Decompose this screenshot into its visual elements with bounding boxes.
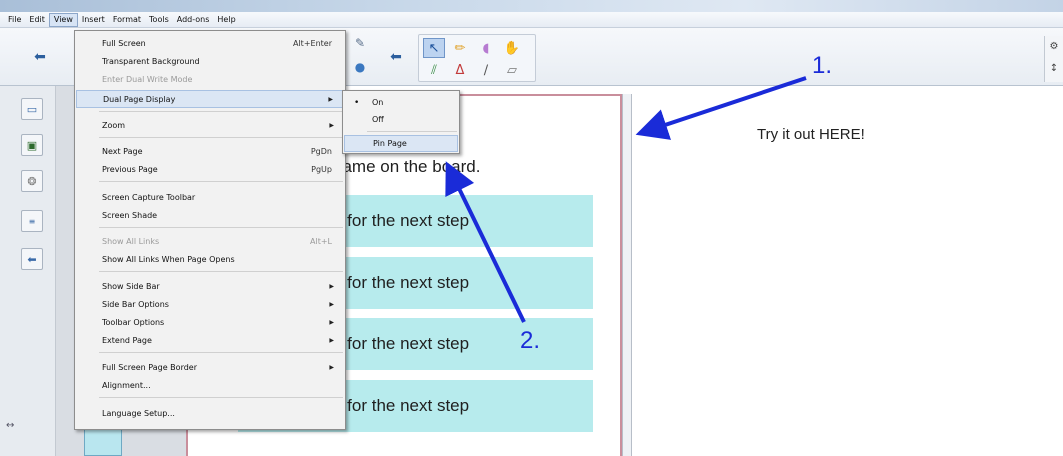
submenu-item-pin-page[interactable]: Pin Page (344, 135, 458, 152)
resize-vertical-icon[interactable]: ↕ (1045, 58, 1063, 80)
menu-separator (99, 397, 343, 398)
shapes-icon[interactable]: Δ (449, 60, 471, 80)
menu-item-side-bar-options[interactable]: Side Bar Options ▶ (76, 295, 344, 313)
creative-pen-icon[interactable]: ⫽ (423, 60, 445, 80)
menu-separator (99, 352, 343, 353)
right-page[interactable] (632, 94, 1063, 456)
menu-file[interactable]: File (4, 13, 25, 27)
menu-item-transparent-background[interactable]: Transparent Background (76, 52, 344, 70)
menu-item-extend-page[interactable]: Extend Page ▶ (76, 331, 344, 349)
submenu-arrow-icon: ▶ (328, 95, 333, 103)
side-bar: ▭ ▣ ❂ ≡ ⬅ ↔ (0, 86, 56, 456)
submenu-arrow-icon: ▶ (329, 121, 334, 129)
submenu-arrow-icon: ▶ (329, 336, 334, 344)
menu-item-next-page[interactable]: Next Page PgDn (76, 142, 344, 160)
menu-item-show-side-bar[interactable]: Show Side Bar ▶ (76, 277, 344, 295)
menu-item-previous-page[interactable]: Previous Page PgUp (76, 160, 344, 178)
menu-separator (99, 227, 343, 228)
menu-format[interactable]: Format (109, 13, 145, 27)
submenu-arrow-icon: ▶ (329, 300, 334, 308)
menu-edit[interactable]: Edit (25, 13, 49, 27)
right-toolbar: ⚙ ↕ (1044, 36, 1063, 82)
menu-separator (367, 131, 457, 132)
submenu-item-off[interactable]: Off (344, 111, 458, 128)
annotation-label-two: 2. (520, 327, 541, 354)
menu-item-language-setup[interactable]: Language Setup... (76, 404, 344, 422)
window-title-bar (0, 0, 1063, 12)
menu-item-show-all-links: Show All Links Alt+L (102, 236, 332, 246)
menu-item-dual-page-display[interactable]: Dual Page Display ▶ (76, 90, 344, 108)
try-it-text: Try it out HERE! (757, 126, 865, 143)
dual-page-submenu: • On Off Pin Page (342, 90, 460, 154)
menu-insert[interactable]: Insert (78, 13, 109, 27)
annotation-label-one: 1. (812, 52, 833, 79)
gallery-icon[interactable]: ▣ (21, 134, 43, 156)
back-arrow-icon[interactable]: ⬅ (28, 46, 52, 68)
magic-pen-icon[interactable]: ✋ (501, 38, 523, 58)
menu-help[interactable]: Help (213, 13, 239, 27)
menu-tools[interactable]: Tools (145, 13, 173, 27)
submenu-arrow-icon: ▶ (329, 282, 334, 290)
menu-item-full-screen[interactable]: Full Screen Alt+Enter (76, 34, 344, 52)
instruction-text: name on the board. (333, 157, 481, 176)
page-sorter-icon[interactable]: ▭ (21, 98, 43, 120)
menu-item-enter-dual-write-mode: Enter Dual Write Mode (102, 74, 193, 84)
forward-arrow-icon[interactable]: ⬅ (384, 46, 408, 68)
menu-addons[interactable]: Add-ons (173, 13, 214, 27)
view-menu-dropdown: Full Screen Alt+Enter Transparent Backgro… (74, 30, 346, 430)
properties-icon[interactable]: ≡ (21, 210, 43, 232)
highlighter-icon[interactable]: ◖ (475, 38, 497, 58)
submenu-arrow-icon: ▶ (329, 318, 334, 326)
eraser-icon[interactable]: ▱ (501, 60, 523, 80)
page-divider[interactable] (622, 94, 632, 456)
addons-icon[interactable]: ⬅ (21, 248, 43, 270)
menu-separator (99, 271, 343, 272)
menu-item-alignment[interactable]: Alignment... (76, 376, 344, 394)
menu-item-screen-capture-toolbar[interactable]: Screen Capture Toolbar (76, 188, 344, 206)
globe-icon[interactable]: ● (348, 56, 372, 78)
attachments-icon[interactable]: ❂ (21, 170, 43, 192)
menu-item-toolbar-options[interactable]: Toolbar Options ▶ (76, 313, 344, 331)
sidebar-collapse-icon[interactable]: ↔ (6, 420, 14, 431)
menu-view[interactable]: View (48, 12, 78, 27)
menu-separator (99, 137, 343, 138)
gear-icon[interactable]: ⚙ (1045, 36, 1063, 58)
menu-item-screen-shade[interactable]: Screen Shade (76, 206, 344, 224)
pen-icon[interactable]: ✏ (449, 38, 471, 58)
line-icon[interactable]: ∕ (475, 60, 497, 80)
tool-palette: ↖ ✏ ◖ ✋ ⫽ Δ ∕ ▱ (418, 34, 536, 82)
selected-bullet-icon: • (354, 97, 360, 108)
submenu-arrow-icon: ▶ (329, 363, 334, 371)
menu-item-full-screen-page-border[interactable]: Full Screen Page Border ▶ (76, 358, 344, 376)
select-pointer-icon[interactable]: ↖ (423, 38, 445, 58)
pen-tool-icon[interactable]: ✎ (348, 32, 372, 54)
menu-bar: File Edit View Insert Format Tools Add-o… (0, 12, 1063, 28)
menu-separator (99, 111, 343, 112)
submenu-item-on[interactable]: • On (344, 94, 458, 111)
menu-separator (99, 181, 343, 182)
menu-item-show-links-on-open[interactable]: Show All Links When Page Opens (76, 250, 344, 268)
menu-item-zoom[interactable]: Zoom ▶ (76, 116, 344, 134)
